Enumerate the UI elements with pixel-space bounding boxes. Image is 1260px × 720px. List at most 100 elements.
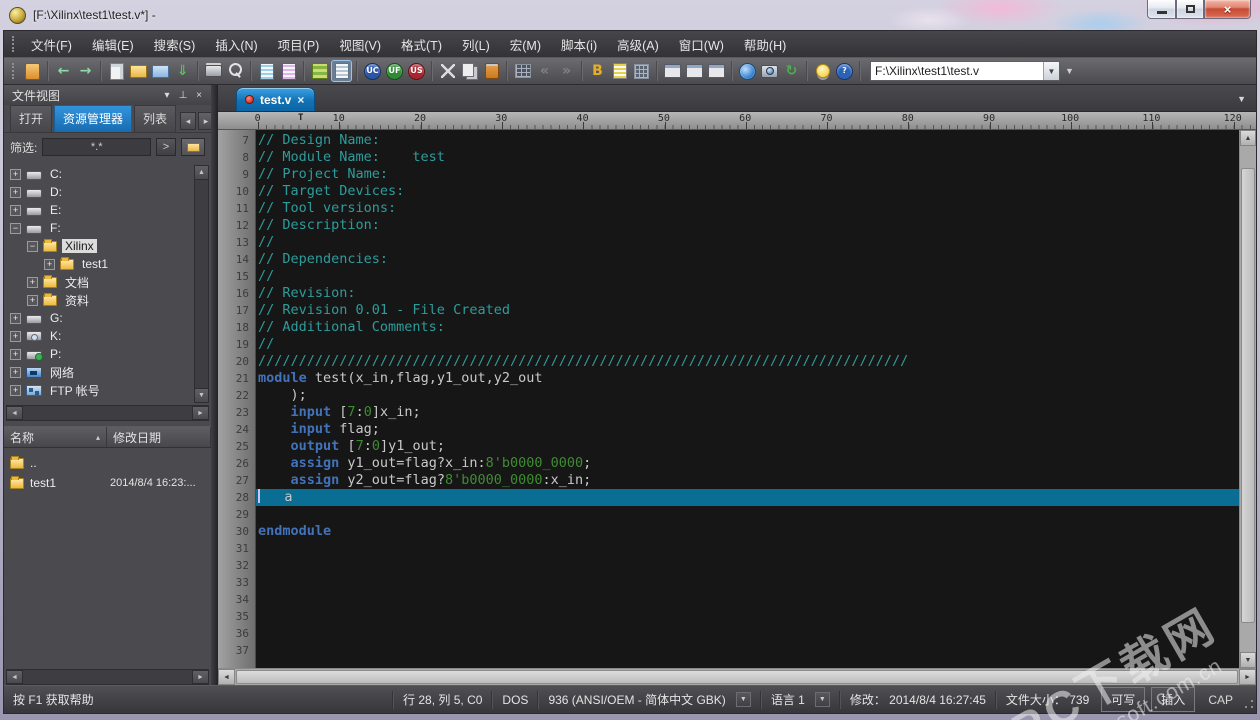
tree-expander-icon[interactable]: + — [44, 258, 55, 270]
status-line-ending[interactable]: DOS — [493, 686, 537, 713]
tree-expander-icon[interactable]: + — [10, 348, 21, 360]
scroll-up-icon[interactable]: ▲ — [1240, 130, 1256, 146]
help-icon[interactable]: ? — [834, 60, 855, 82]
code-line[interactable]: 35 — [218, 608, 1239, 625]
ultracompare-icon[interactable]: UC — [362, 60, 383, 82]
code-line[interactable]: 11 // Tool versions: — [218, 200, 1239, 217]
tree-label[interactable]: E: — [47, 203, 64, 217]
print-icon[interactable] — [203, 60, 224, 82]
code-line[interactable]: 22 ); — [218, 387, 1239, 404]
tree-item[interactable]: + D: — [8, 183, 191, 201]
tree-expander-icon[interactable]: + — [27, 276, 38, 288]
tree-expander-icon[interactable]: + — [10, 330, 21, 342]
tree-expander-icon[interactable]: + — [10, 312, 21, 324]
tree-expander-icon[interactable]: + — [10, 366, 21, 378]
scroll-right-icon[interactable]: ► — [192, 670, 209, 684]
tree-label[interactable]: D: — [47, 185, 65, 199]
insert-mode-toggle[interactable]: 插入 — [1151, 687, 1196, 712]
paste-icon[interactable] — [481, 60, 502, 82]
copy-icon[interactable] — [459, 60, 480, 82]
open-project-icon[interactable] — [22, 60, 43, 82]
tree-item[interactable]: + E: — [8, 201, 191, 219]
refresh-icon[interactable]: ↻ — [781, 60, 802, 82]
find-in-files-icon[interactable] — [256, 60, 277, 82]
code-editor[interactable]: 7 // Design Name: 8 // Module Name: test 9 /… — [218, 130, 1256, 668]
split-window-icon[interactable] — [662, 60, 683, 82]
tree-expander-icon[interactable]: + — [27, 294, 38, 306]
code-line[interactable]: 8 // Module Name: test — [218, 149, 1239, 166]
sidebar-tab-explorer[interactable]: 资源管理器 — [54, 105, 133, 132]
status-language[interactable]: 语言 1 ▼ — [762, 686, 839, 713]
panel-close-icon[interactable]: × — [191, 88, 207, 102]
column-header-date[interactable]: 修改日期 — [107, 427, 211, 447]
menu-item[interactable]: 帮助(H) — [734, 30, 796, 59]
sidebar-tab-list[interactable]: 列表 — [134, 105, 177, 132]
close-button[interactable]: × — [1204, 0, 1251, 19]
sidebar-tab-open[interactable]: 打开 — [10, 105, 53, 132]
document-tab[interactable]: test.v × — [236, 87, 316, 111]
panel-splitter[interactable] — [211, 85, 218, 685]
tree-label[interactable]: 资料 — [62, 292, 92, 309]
browse-folder-button[interactable] — [181, 138, 205, 156]
tree-horizontal-scrollbar[interactable]: ◄ ► — [6, 405, 209, 421]
word-wrap-icon[interactable] — [331, 60, 352, 82]
toolbar-grip[interactable] — [12, 63, 17, 79]
code-line[interactable]: 18 // Additional Comments: — [218, 319, 1239, 336]
code-line[interactable]: 25 output [7:0]y1_out; — [218, 438, 1239, 455]
list-item[interactable]: .. — [4, 453, 211, 473]
scroll-left-icon[interactable]: ◄ — [6, 406, 23, 420]
tree-expander-icon[interactable]: + — [10, 186, 21, 198]
scrollbar-thumb[interactable] — [1241, 168, 1255, 623]
list-horizontal-scrollbar[interactable]: ◄ ► — [6, 669, 209, 685]
tree-label[interactable]: 文档 — [62, 274, 92, 291]
code-line[interactable]: 9 // Project Name: — [218, 166, 1239, 183]
resize-grip[interactable] — [1243, 686, 1256, 713]
tree-item[interactable]: + test1 — [8, 255, 191, 273]
browser-view-icon[interactable] — [737, 60, 758, 82]
status-encoding[interactable]: 936 (ANSI/OEM - 简体中文 GBK) ▼ — [539, 686, 759, 713]
list-item[interactable]: test1 2014/8/4 16:23:... — [4, 473, 211, 493]
tree-expander-icon[interactable]: + — [10, 204, 21, 216]
column-mode-icon[interactable] — [309, 60, 330, 82]
tree-item[interactable]: + C: — [8, 165, 191, 183]
editor-vertical-scrollbar[interactable]: ▲ ▼ — [1239, 130, 1256, 668]
editor-horizontal-scrollbar[interactable]: ◄ ► — [218, 668, 1256, 685]
menu-item[interactable]: 编辑(E) — [82, 30, 144, 59]
code-line[interactable]: 20 //////////////////////////////////////… — [218, 353, 1239, 370]
filter-go-button[interactable]: > — [156, 138, 176, 156]
bookmark-icon[interactable]: B — [587, 60, 608, 82]
tree-label[interactable]: test1 — [79, 257, 111, 271]
code-line[interactable]: 13 // — [218, 234, 1239, 251]
column-header-name[interactable]: 名称 ▴ — [4, 427, 107, 447]
tree-label[interactable]: Xilinx — [62, 239, 97, 253]
encoding-dropdown-icon[interactable]: ▼ — [735, 692, 751, 707]
code-line[interactable]: 23 input [7:0]x_in; — [218, 404, 1239, 421]
code-line[interactable]: 29 — [218, 506, 1239, 523]
scroll-down-icon[interactable]: ▼ — [1240, 652, 1256, 668]
menu-item[interactable]: 脚本(i) — [551, 30, 607, 59]
toolbar-overflow-icon[interactable]: ▼ — [1061, 66, 1078, 76]
tree-item[interactable]: + 资料 — [8, 291, 191, 309]
tree-item[interactable]: + G: — [8, 309, 191, 327]
scrollbar-track[interactable] — [23, 670, 192, 684]
save-all-icon[interactable]: ⇓ — [172, 60, 193, 82]
forward-icon[interactable]: → — [75, 60, 96, 82]
panel-menu-icon[interactable]: ▾ — [159, 88, 175, 102]
code-line[interactable]: 7 // Design Name: — [218, 132, 1239, 149]
tree-label[interactable]: C: — [47, 167, 65, 181]
code-line[interactable]: 32 — [218, 557, 1239, 574]
compare-icon[interactable] — [631, 60, 652, 82]
combobox-dropdown-icon[interactable]: ▼ — [1043, 62, 1059, 80]
tree-vertical-scrollbar[interactable]: ▲ ▼ — [194, 165, 209, 403]
code-line[interactable]: 31 — [218, 540, 1239, 557]
code-line[interactable]: 10 // Target Devices: — [218, 183, 1239, 200]
menu-item[interactable]: 宏(M) — [500, 30, 551, 59]
scrollbar-track[interactable] — [23, 406, 192, 420]
code-line[interactable]: 17 // Revision 0.01 - File Created — [218, 302, 1239, 319]
snapshot-icon[interactable] — [759, 60, 780, 82]
code-line[interactable]: 33 — [218, 574, 1239, 591]
scrollbar-thumb[interactable] — [236, 670, 1238, 684]
tab-list-dropdown-icon[interactable]: ▼ — [1237, 94, 1246, 104]
scroll-right-icon[interactable]: ► — [192, 406, 209, 420]
tree-item[interactable]: + P: — [8, 345, 191, 363]
